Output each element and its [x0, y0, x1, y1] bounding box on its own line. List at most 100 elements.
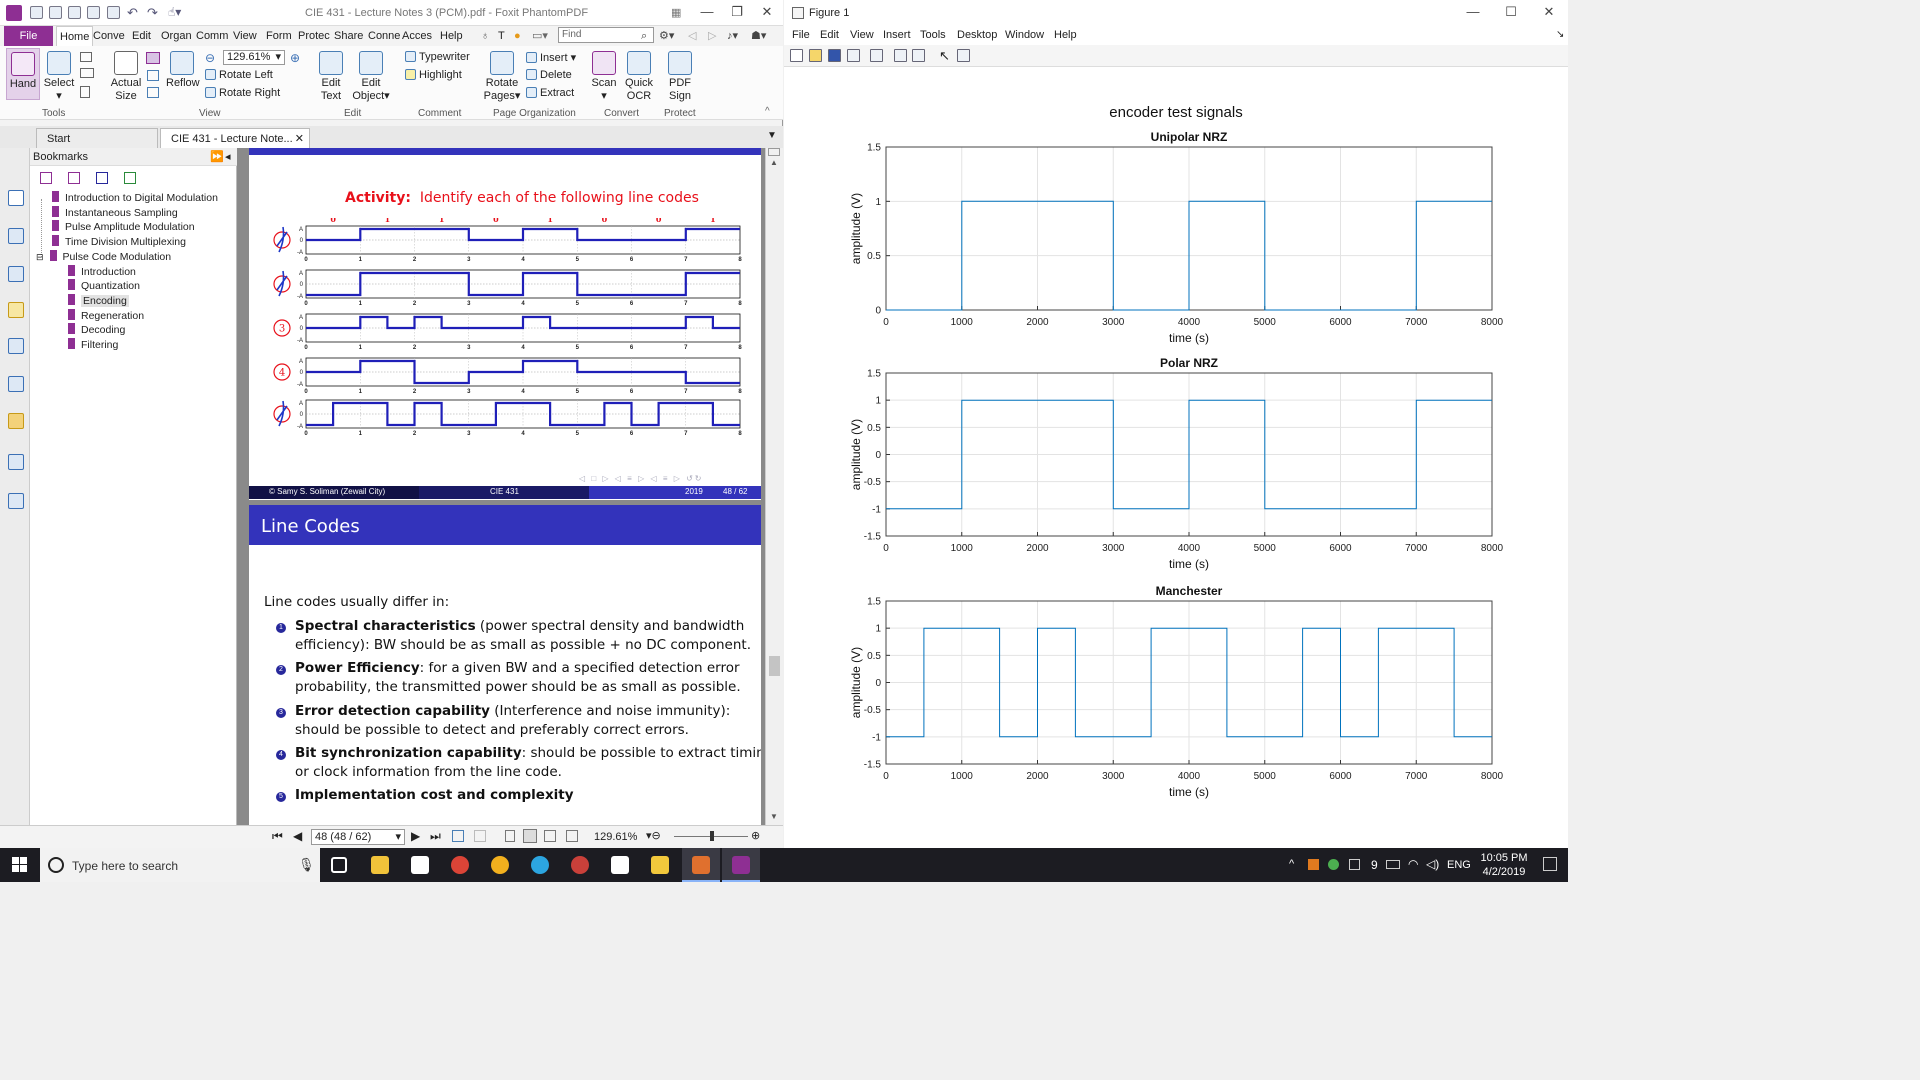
close-tab-icon[interactable]: ✕: [295, 129, 304, 149]
zoom-dropdown-icon[interactable]: ▾⊖: [646, 829, 661, 842]
layers-panel-icon[interactable]: [8, 266, 24, 282]
prev-page-icon[interactable]: ◀: [293, 829, 302, 843]
close-button[interactable]: ✕: [752, 0, 782, 26]
bookmark-child-selected[interactable]: Encoding: [68, 294, 129, 308]
close-pane-icon[interactable]: [474, 830, 486, 842]
chrome-icon[interactable]: [451, 856, 469, 874]
tab-connect[interactable]: Conne: [368, 26, 400, 46]
colorbar-icon[interactable]: [894, 49, 907, 62]
save-icon[interactable]: [49, 6, 62, 19]
bell-icon[interactable]: ♪▾: [727, 26, 738, 46]
print-icon[interactable]: [68, 6, 81, 19]
open-icon[interactable]: [30, 6, 43, 19]
battery-icon[interactable]: [1386, 860, 1400, 869]
microphone-icon[interactable]: 🎙: [298, 857, 315, 873]
tab-start[interactable]: Start: [36, 128, 158, 148]
scroll-thumb[interactable]: [769, 656, 780, 676]
zoom-plus-icon[interactable]: ⊕: [751, 829, 760, 842]
scroll-down-icon[interactable]: ▼: [770, 812, 778, 821]
actual-size-button[interactable]: Actual Size: [108, 51, 144, 103]
document-scrollbar[interactable]: ▲ ▼: [765, 148, 783, 825]
bookmark-panel-icon[interactable]: [8, 190, 24, 206]
insert-button[interactable]: Insert ▾: [526, 51, 576, 64]
figure-menu-file[interactable]: File: [792, 29, 810, 41]
extract-button[interactable]: Extract: [526, 87, 574, 99]
beamer-nav-icons[interactable]: ◁ □ ▷ ◁ ≡ ▷ ◁ ≡ ▷ ↺↻: [579, 474, 704, 483]
file-explorer-icon[interactable]: [371, 856, 389, 874]
tab-view[interactable]: View: [233, 26, 257, 46]
collapse-ribbon-icon[interactable]: ^: [765, 106, 770, 117]
edit-text-button[interactable]: Edit Text: [314, 51, 348, 103]
tab-list-icon[interactable]: ▼: [767, 130, 777, 141]
snapshot-icon[interactable]: [80, 52, 92, 62]
bookmark-child[interactable]: Quantization: [68, 279, 140, 293]
figure-menu-edit[interactable]: Edit: [820, 29, 839, 41]
open-pane-icon[interactable]: [452, 830, 464, 842]
scroll-up-icon[interactable]: ▲: [770, 158, 778, 167]
bookmark-add-icon[interactable]: [68, 172, 80, 184]
fit-width-icon[interactable]: [147, 70, 159, 81]
save-figure-icon[interactable]: [828, 49, 841, 62]
tray-expand-icon[interactable]: ^: [1289, 858, 1294, 870]
signature-panel-icon[interactable]: [8, 376, 24, 392]
windows-start-icon[interactable]: [12, 857, 28, 873]
ribbon-display-icon[interactable]: ▦: [671, 6, 681, 19]
language-indicator[interactable]: ENG: [1447, 859, 1471, 871]
bookmark-child[interactable]: Decoding: [68, 323, 125, 337]
tab-comment[interactable]: Comm: [196, 26, 228, 46]
tray-app-icon[interactable]: [1308, 859, 1319, 870]
zoom-out-icon[interactable]: ⊖: [205, 51, 215, 65]
dock-icon[interactable]: ↘: [1556, 29, 1564, 40]
bookmark-item[interactable]: Instantaneous Sampling: [52, 206, 178, 220]
rotate-pages-button[interactable]: Rotate Pages▾: [482, 51, 522, 103]
tab-share[interactable]: Share: [334, 26, 363, 46]
open-file-icon[interactable]: [809, 49, 822, 62]
page-number-input[interactable]: 48 (48 / 62) ▾: [311, 829, 405, 845]
bookmark-item[interactable]: Time Division Multiplexing: [52, 235, 186, 249]
property-editor-icon[interactable]: [957, 49, 970, 62]
quick-ocr-button[interactable]: Quick OCR: [622, 51, 656, 103]
create-icon[interactable]: [107, 6, 120, 19]
task-view-icon[interactable]: [331, 857, 347, 873]
security-lock-icon[interactable]: [8, 413, 24, 429]
mail-icon[interactable]: [611, 856, 629, 874]
bookmark-expand-icon[interactable]: [124, 172, 136, 184]
pdf-sign-button[interactable]: PDF Sign: [663, 51, 697, 103]
content-panel-icon[interactable]: [8, 454, 24, 470]
zoom-slider-handle[interactable]: [710, 831, 714, 841]
bat-app-icon[interactable]: [571, 856, 589, 874]
minimize-button[interactable]: —: [692, 0, 722, 26]
avast-icon[interactable]: [491, 856, 509, 874]
search-doc-icon[interactable]: ▭▾: [532, 26, 548, 46]
new-icon[interactable]: [87, 6, 100, 19]
edit-plot-cursor-icon[interactable]: ↖: [939, 48, 950, 64]
delete-button[interactable]: Delete: [526, 69, 572, 81]
figure-close-button[interactable]: ✕: [1534, 0, 1564, 26]
hand-quick-icon[interactable]: ☝▾: [168, 5, 181, 19]
rotate-right-button[interactable]: Rotate Right: [205, 87, 280, 99]
collapse-panel-icon[interactable]: ◂: [225, 148, 231, 166]
zoom-combo[interactable]: 129.61% ▾: [223, 50, 285, 65]
figure-menu-window[interactable]: Window: [1005, 29, 1044, 41]
next-icon[interactable]: ▷: [708, 26, 716, 46]
bookmark-new-icon[interactable]: [96, 172, 108, 184]
new-figure-icon[interactable]: [790, 49, 803, 62]
figure-menu-tools[interactable]: Tools: [920, 29, 946, 41]
attachments-panel-icon[interactable]: [8, 338, 24, 354]
bookmark-delete-icon[interactable]: [40, 172, 52, 184]
settings-icon[interactable]: ⚙▾: [659, 26, 674, 46]
comments-panel-icon[interactable]: [8, 302, 24, 318]
legend-icon[interactable]: [912, 49, 925, 62]
clipboard-icon[interactable]: [80, 68, 94, 78]
zoom-tool-icon[interactable]: [80, 86, 90, 98]
figure-menu-insert[interactable]: Insert: [883, 29, 911, 41]
tab-convert[interactable]: Conve: [93, 26, 125, 46]
link-plot-icon[interactable]: [870, 49, 883, 62]
edit-object-button[interactable]: Edit Object▾: [350, 51, 392, 103]
pages-panel-icon[interactable]: [8, 228, 24, 244]
tab-protect[interactable]: Protec: [298, 26, 330, 46]
tab-help[interactable]: Help: [440, 26, 463, 46]
figure-menu-help[interactable]: Help: [1054, 29, 1077, 41]
tell-me[interactable]: T: [498, 26, 505, 46]
lightbulb-icon[interactable]: ♁: [481, 26, 489, 46]
